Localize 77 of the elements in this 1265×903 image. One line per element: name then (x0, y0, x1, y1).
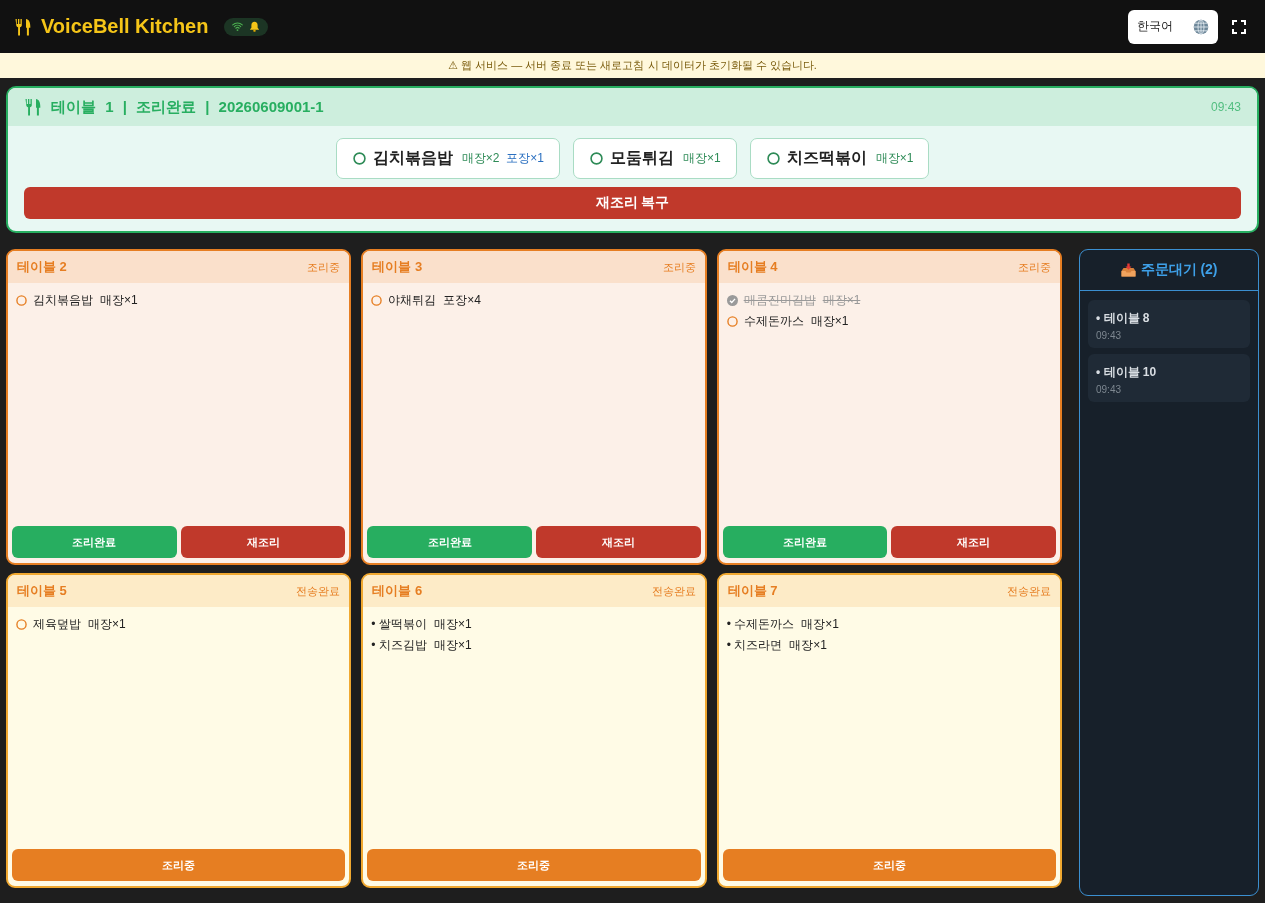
item-name: 모둠튀김 (610, 148, 674, 168)
item-quantity: 포장×1 (506, 150, 544, 167)
restore-button[interactable]: 재조리 복구 (24, 187, 1241, 219)
circle-icon[interactable] (371, 294, 383, 306)
item-name: • 수제돈까스 (726, 617, 795, 631)
item-quantity: 매장×1 (433, 617, 472, 631)
item-name: 야채튀김 (388, 293, 437, 307)
status-button[interactable]: 조리중 (722, 849, 1056, 881)
wifi-icon (232, 21, 244, 32)
queue-time: 09:43 (1096, 330, 1123, 341)
queue-table: • 테이블 8 (1096, 310, 1242, 327)
inbox-tray-icon (1120, 263, 1136, 277)
queue-item[interactable]: • 테이블 8 09:43 (1088, 300, 1250, 348)
circle-icon[interactable] (352, 152, 366, 165)
item-quantity: 매장×1 (810, 314, 849, 328)
item-name: 김치볶음밥 (33, 293, 93, 307)
language-select[interactable]: 한국어 (1128, 9, 1218, 44)
order-status: 전송완료 (296, 583, 341, 599)
menu-item[interactable]: 치즈떡볶이 매장×1 (749, 138, 930, 179)
item-name: 김치볶음밥 (372, 148, 453, 168)
table-name: 테이블 7 (727, 582, 778, 600)
order-status: 조리중 (1018, 259, 1051, 275)
status-button[interactable]: 재조리 (891, 526, 1056, 558)
item-name: • 치즈라면 (726, 638, 783, 652)
status-button[interactable]: 재조리 (536, 526, 701, 558)
warning-banner: ⚠ 웹 서비스 — 서버 종료 또는 새로고침 시 데이터가 초기화될 수 있습니다. (0, 53, 1265, 78)
circle-icon[interactable] (16, 618, 27, 630)
table-name: 테이블 5 (17, 582, 67, 600)
table-name: 테이블 6 (372, 582, 423, 600)
item-name: • 쌀떡볶이 (371, 617, 427, 631)
globe-icon (1193, 18, 1209, 35)
order-status: 전송완료 (1007, 583, 1051, 599)
item-quantity: 매장×1 (801, 617, 839, 631)
fork-knife-icon (15, 17, 31, 36)
queue-table: • 테이블 10 (1096, 364, 1242, 381)
circle-icon[interactable] (590, 152, 603, 165)
order-time: 09:43 (1210, 100, 1241, 114)
table-name: 테이블 2 (17, 258, 67, 276)
circle-icon[interactable] (766, 152, 780, 165)
table-name: 테이블 4 (727, 258, 778, 276)
queue-item[interactable]: • 테이블 10 09:43 (1088, 354, 1250, 402)
status-button[interactable]: 조리중 (12, 849, 346, 881)
fork-knife-icon (25, 98, 41, 116)
check-circle-icon[interactable] (726, 294, 738, 306)
bell-icon (249, 21, 261, 32)
status-button[interactable]: 조리완료 (12, 526, 177, 558)
item-quantity: 매장×1 (789, 638, 827, 652)
item-quantity: 매장×1 (683, 150, 721, 167)
order-title: 테이블 1 | 조리완료 | 20260609001-1 (51, 97, 324, 117)
item-quantity: 매장×1 (100, 293, 138, 307)
order-status: 전송완료 (651, 583, 696, 599)
item-quantity: 매장×2 (461, 150, 500, 167)
queue-title: 주문대기 (2) (1140, 261, 1218, 279)
item-name: 수제돈까스 (743, 314, 804, 328)
order-status: 조리중 (307, 259, 341, 275)
order-status: 조리중 (662, 259, 696, 275)
item-quantity: 포장×4 (443, 293, 481, 307)
status-button[interactable]: 재조리 (180, 526, 346, 558)
circle-icon[interactable] (726, 315, 738, 327)
status-button[interactable]: 조리완료 (722, 526, 888, 558)
item-quantity: 매장×1 (433, 638, 472, 652)
item-quantity: 매장×1 (822, 293, 861, 307)
item-quantity: 매장×1 (875, 150, 914, 167)
status-button[interactable]: 조리중 (367, 849, 701, 881)
menu-item[interactable]: 김치볶음밥 매장×2 포장×1 (335, 138, 560, 179)
queue-time: 09:43 (1096, 384, 1123, 395)
item-name: 제육덮밥 (33, 617, 81, 631)
status-button[interactable]: 조리완료 (367, 526, 532, 558)
fullscreen-icon[interactable] (1232, 19, 1246, 34)
circle-icon[interactable] (16, 294, 27, 306)
item-name: 치즈떡볶이 (786, 148, 867, 168)
menu-item[interactable]: 모둠튀김 매장×1 (573, 138, 737, 179)
item-name: 매콤진미김밥 (743, 293, 816, 307)
item-name: • 치즈김밥 (371, 638, 427, 652)
app-title: VoiceBell Kitchen (41, 15, 209, 38)
table-name: 테이블 3 (372, 258, 423, 276)
item-quantity: 매장×1 (88, 617, 126, 631)
